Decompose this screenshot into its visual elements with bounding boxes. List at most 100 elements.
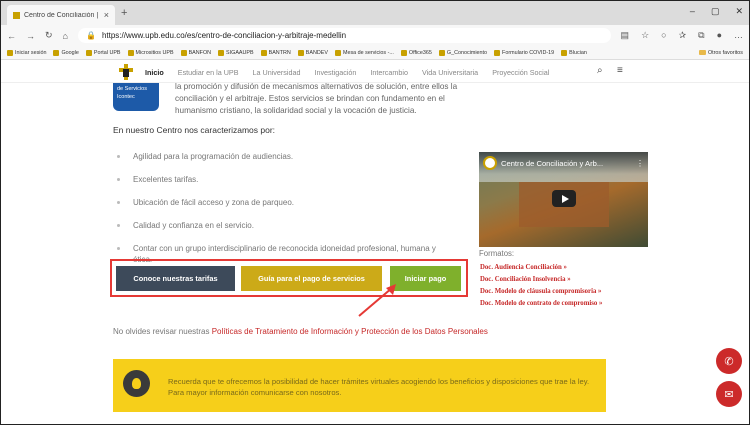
nav-item[interactable]: Investigación	[314, 68, 356, 77]
bookmark-item[interactable]: Iniciar sesión	[7, 49, 47, 56]
badge-line1: de Servicios	[117, 86, 147, 92]
bookmark-item[interactable]: G_Conocimiento	[438, 49, 488, 56]
bookmark-icon	[260, 49, 267, 56]
collections-icon[interactable]: ⧉	[698, 30, 704, 41]
bookmark-icon	[180, 49, 187, 56]
feature-item: Calidad y confianza en el servicio.	[117, 220, 457, 231]
hamburger-menu-icon[interactable]: ≡	[617, 65, 623, 76]
home-icon[interactable]: ⌂	[63, 31, 68, 41]
privacy-policy-link[interactable]: Políticas de Tratamiento de Información …	[212, 327, 488, 336]
intro-text: la promoción y difusión de mecanismos al…	[175, 82, 458, 115]
features-list: Agilidad para la programación de audienc…	[117, 151, 457, 265]
folder-label: Otros favoritos	[707, 49, 743, 56]
close-window-icon[interactable]: ✕	[735, 6, 743, 17]
bookmark-icon	[127, 49, 134, 56]
bookmark-label: Iniciar sesión	[15, 49, 47, 56]
privacy-note: No olvides revisar nuestras Políticas de…	[113, 327, 488, 336]
video-title[interactable]: Centro de Conciliación y Arb...	[501, 159, 632, 168]
bookmark-label: SIGAAUPB	[226, 49, 254, 56]
bookmark-item[interactable]: BANDEV	[297, 49, 328, 56]
video-player[interactable]: Centro de Conciliación y Arb... ⋮	[479, 152, 648, 247]
extension-icon[interactable]: ○	[661, 30, 666, 41]
tab-title: Centro de Conciliación | UPB	[24, 11, 100, 19]
notice-text: Recuerda que te ofrecemos la posibilidad…	[168, 377, 590, 397]
back-icon[interactable]: ←	[7, 31, 16, 41]
nav-item[interactable]: Proyección Social	[492, 68, 549, 77]
tab-close-icon[interactable]: ×	[104, 10, 109, 20]
nav-item[interactable]: Inicio	[145, 68, 164, 77]
favorite-star-icon[interactable]: ☆	[641, 30, 649, 41]
bookmark-label: BANTRN	[268, 49, 291, 56]
format-link[interactable]: Doc. Modelo de contrato de compromiso »	[480, 298, 602, 310]
reader-icon[interactable]: ▤	[621, 30, 630, 41]
bookmark-icon	[494, 49, 501, 56]
bookmark-item[interactable]: BANTRN	[260, 49, 291, 56]
format-link[interactable]: Doc. Modelo de cláusula compromisoria »	[480, 286, 602, 298]
feature-item: Excelentes tarifas.	[117, 174, 457, 185]
bookmark-icon	[53, 49, 60, 56]
lightbulb-icon	[123, 370, 150, 397]
new-tab-button[interactable]: +	[121, 7, 127, 19]
nav-item[interactable]: Vida Universitaria	[422, 68, 478, 77]
address-bar[interactable]: 🔒 https://www.upb.edu.co/es/centro-de-co…	[77, 28, 611, 43]
favicon-icon	[13, 11, 20, 19]
bookmark-label: Google	[61, 49, 79, 56]
refresh-icon[interactable]: ↻	[45, 30, 53, 41]
minimize-icon[interactable]: –	[690, 6, 695, 17]
badge-line2: Icontec	[117, 94, 135, 100]
bookmark-icon	[334, 49, 341, 56]
profile-icon[interactable]: ●	[717, 30, 722, 41]
bookmark-label: Blucian	[569, 49, 587, 56]
certification-badge: de Servicios Icontec	[113, 83, 159, 111]
bookmark-label: G_Conocimiento	[446, 49, 488, 56]
bookmark-item[interactable]: BANFON	[180, 49, 212, 56]
bookmark-item[interactable]: Mesa de servicios -...	[334, 49, 394, 56]
browser-window: Centro de Conciliación | UPB × + – ▢ ✕ ←…	[0, 0, 750, 425]
browser-tab[interactable]: Centro de Conciliación | UPB ×	[7, 5, 115, 25]
more-icon[interactable]: …	[734, 30, 743, 41]
nav-item[interactable]: Estudiar en la UPB	[178, 68, 239, 77]
nav-item[interactable]: La Universidad	[253, 68, 301, 77]
favorites-icon[interactable]: ✰	[679, 30, 687, 41]
feature-item: Ubicación de fácil acceso y zona de parq…	[117, 197, 457, 208]
forward-icon[interactable]: →	[26, 31, 35, 41]
video-menu-icon[interactable]: ⋮	[636, 159, 644, 168]
folder-icon	[698, 50, 706, 55]
bookmark-icon	[438, 49, 445, 56]
bookmark-item[interactable]: Google	[53, 49, 79, 56]
phone-call-icon[interactable]: ✆	[716, 348, 742, 374]
bookmark-icon	[218, 49, 225, 56]
bookmark-label: Portal UPB	[93, 49, 121, 56]
other-favorites-folder[interactable]: Otros favoritos	[698, 49, 743, 56]
section-heading: En nuestro Centro nos caracterizamos por…	[113, 125, 276, 135]
search-icon[interactable]: ⌕	[597, 65, 603, 76]
nav-item[interactable]: Intercambio	[370, 68, 408, 77]
privacy-prefix: No olvides revisar nuestras	[113, 327, 210, 336]
bookmark-item[interactable]: Micrositios UPB	[127, 49, 174, 56]
formatos-links: Doc. Audiencia Conciliación » Doc. Concil…	[480, 262, 602, 310]
bookmark-item[interactable]: Office365	[400, 49, 432, 56]
bookmark-item[interactable]: Portal UPB	[85, 49, 121, 56]
bookmark-item[interactable]: SIGAAUPB	[218, 49, 254, 56]
play-button[interactable]	[552, 190, 576, 207]
site-nav: Inicio Estudiar en la UPB La Universidad In…	[1, 61, 749, 83]
format-link[interactable]: Doc. Conciliación Insolvencia »	[480, 274, 602, 286]
chat-icon[interactable]: ✉	[716, 381, 742, 407]
bookmark-label: Formulario COVID-19	[502, 49, 555, 56]
bookmark-label: Micrositios UPB	[135, 49, 174, 56]
maximize-icon[interactable]: ▢	[711, 6, 720, 17]
bookmark-icon	[297, 49, 304, 56]
bookmark-item[interactable]: Formulario COVID-19	[494, 49, 555, 56]
upb-logo-icon[interactable]	[119, 64, 133, 80]
tarifas-button[interactable]: Conoce nuestras tarifas	[116, 266, 235, 291]
format-link[interactable]: Doc. Audiencia Conciliación »	[480, 262, 602, 274]
tab-strip: Centro de Conciliación | UPB × + – ▢ ✕	[1, 1, 749, 25]
bookmark-icon	[85, 49, 92, 56]
channel-logo-icon	[483, 156, 497, 170]
bookmark-icon	[7, 49, 13, 56]
bookmark-icon	[561, 49, 568, 56]
lock-icon: 🔒	[85, 31, 96, 40]
bookmark-label: BANDEV	[305, 49, 328, 56]
bookmark-label: BANFON	[188, 49, 212, 56]
bookmark-item[interactable]: Blucian	[561, 49, 587, 56]
